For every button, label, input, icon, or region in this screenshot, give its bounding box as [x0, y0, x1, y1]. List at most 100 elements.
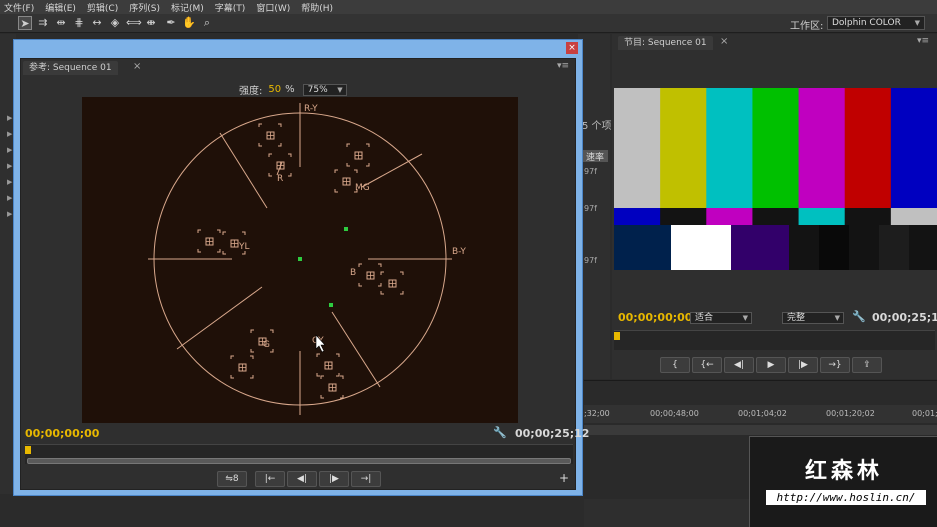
panel-menu-icon[interactable]: ▾≡ — [917, 36, 929, 46]
reference-duration-timecode: 00;00;25;12 — [515, 427, 590, 440]
reference-zoom-scrollbar[interactable] — [27, 458, 571, 464]
workspace-label: 工作区: — [790, 21, 824, 32]
lift-button[interactable]: ⇪ — [852, 357, 882, 373]
scope-axis-line — [219, 132, 268, 209]
project-item-count: 5 个项 — [582, 121, 612, 132]
program-playhead[interactable] — [614, 332, 620, 340]
color-bar-top — [706, 88, 753, 208]
menu-help[interactable]: 帮助(H) — [301, 1, 333, 14]
menu-marker[interactable]: 标记(M) — [171, 1, 204, 14]
color-bar-mid — [614, 208, 661, 225]
slide-tool-icon[interactable]: ⇼ — [144, 16, 158, 30]
rolling-edit-tool-icon[interactable]: ⋕ — [72, 16, 86, 30]
reference-monitor-panel: 参考: Sequence 01 × ▾≡ 强度: 50 % 75% ▼ R-Y B… — [20, 58, 589, 490]
panel-menu-icon[interactable]: ▾≡ — [557, 61, 569, 71]
color-bar-bottom — [879, 225, 910, 270]
intensity-value[interactable]: 50 — [268, 84, 281, 95]
target-bracket — [380, 271, 404, 295]
go-to-out-button[interactable]: →} — [820, 357, 850, 373]
target-bracket — [346, 143, 370, 167]
rate-stretch-tool-icon[interactable]: ↔ — [90, 16, 104, 30]
tools-toolbar: ➤ ⇉ ⇹ ⋕ ↔ ◈ ⟺ ⇼ ✒ ✋ ⌕ 工作区: Dolphin COLOR… — [0, 14, 937, 33]
menu-clip[interactable]: 剪辑(C) — [87, 1, 118, 14]
workspace-select[interactable]: Dolphin COLOR ▼ — [827, 16, 925, 30]
slip-tool-icon[interactable]: ⟺ — [126, 16, 142, 30]
color-bar-top — [614, 88, 661, 208]
expand-triangle-icon[interactable]: ▶ — [7, 114, 12, 122]
menu-file[interactable]: 文件(F) — [4, 1, 34, 14]
go-to-out-button[interactable]: →| — [351, 471, 381, 487]
playback-quality-select[interactable]: 完整 ▼ — [782, 312, 844, 324]
step-back-button[interactable]: ◀| — [724, 357, 754, 373]
close-icon[interactable]: × — [133, 61, 141, 72]
color-bar-mid — [752, 208, 800, 225]
timeline-track[interactable] — [584, 425, 937, 435]
tab-program-sequence[interactable]: 节目: Sequence 01 — [618, 36, 713, 50]
target-bracket — [230, 355, 254, 379]
mark-in-button[interactable]: { — [660, 357, 690, 373]
intensity-unit: % — [285, 84, 295, 95]
menu-title[interactable]: 字幕(T) — [215, 1, 246, 14]
go-to-in-button[interactable]: |← — [255, 471, 285, 487]
close-icon[interactable]: × — [566, 42, 578, 54]
wrench-icon[interactable]: 🔧 — [852, 310, 866, 323]
target-bracket — [334, 169, 358, 193]
add-button[interactable]: + — [559, 471, 569, 485]
watermark-logo: 红森林 http://www.hoslin.cn/ — [749, 436, 937, 527]
expand-triangle-icon[interactable]: ▶ — [7, 210, 12, 218]
expand-triangle-icon[interactable]: ▶ — [7, 178, 12, 186]
color-bar-bottom — [671, 225, 732, 270]
reference-playhead[interactable] — [25, 446, 31, 454]
gang-to-program-button[interactable]: ⇋8 — [217, 471, 247, 487]
pen-tool-icon[interactable]: ✒ — [164, 16, 178, 30]
zoom-select[interactable]: 75% ▼ — [302, 83, 347, 96]
r-target-label: R — [277, 174, 283, 184]
menu-window[interactable]: 窗口(W) — [256, 1, 290, 14]
close-icon[interactable]: × — [720, 36, 728, 47]
timeline-tick-label: ;32;00 — [584, 409, 610, 418]
project-column-header[interactable]: 速率 — [582, 150, 608, 163]
scope-point-mg — [344, 227, 348, 231]
play-button[interactable]: ▶ — [756, 357, 786, 373]
razor-tool-icon[interactable]: ◈ — [108, 16, 122, 30]
program-time-ruler[interactable] — [614, 330, 935, 350]
track-select-tool-icon[interactable]: ⇉ — [36, 16, 50, 30]
color-bar-top — [798, 88, 846, 208]
target-bracket — [268, 153, 292, 177]
selection-tool-icon[interactable]: ➤ — [18, 16, 32, 30]
fit-select[interactable]: 适合 ▼ — [690, 312, 752, 324]
watermark-url: http://www.hoslin.cn/ — [766, 490, 926, 505]
color-bar-mid — [706, 208, 753, 225]
project-value: 97f — [584, 256, 597, 265]
menu-sequence[interactable]: 序列(S) — [129, 1, 160, 14]
project-value: 97f — [584, 204, 597, 213]
color-bars — [614, 88, 937, 270]
target-bracket — [320, 375, 344, 399]
program-current-timecode[interactable]: 00;00;00;00 — [618, 311, 692, 324]
step-forward-button[interactable]: |▶ — [319, 471, 349, 487]
step-forward-button[interactable]: |▶ — [788, 357, 818, 373]
tab-reference-sequence[interactable]: 参考: Sequence 01 — [23, 61, 118, 75]
ripple-edit-tool-icon[interactable]: ⇹ — [54, 16, 68, 30]
program-monitor-panel: 节目: Sequence 01 × ▾≡ 00;00;00;00 适合 ▼ 完整 ▼… — [612, 34, 937, 379]
color-bar-bottom — [789, 225, 820, 270]
ry-axis-label: R-Y — [304, 104, 318, 114]
reference-monitor-window[interactable]: × 参考: Sequence 01 × ▾≡ 强度: 50 % 75% ▼ R-Y… — [13, 39, 589, 496]
menu-edit[interactable]: 编辑(E) — [45, 1, 76, 14]
wrench-icon[interactable]: 🔧 — [493, 426, 507, 439]
go-to-in-button[interactable]: {← — [692, 357, 722, 373]
timeline-tick-label: 00;01;36;02 — [912, 409, 937, 418]
timeline-tick-label: 00;01;20;02 — [826, 409, 875, 418]
color-bar-mid — [844, 208, 892, 225]
hand-tool-icon[interactable]: ✋ — [182, 16, 196, 30]
program-transport-controls: { {← ◀| ▶ |▶ →} ⇪ — [660, 357, 884, 373]
zoom-tool-icon[interactable]: ⌕ — [200, 16, 214, 30]
expand-triangle-icon[interactable]: ▶ — [7, 130, 12, 138]
expand-triangle-icon[interactable]: ▶ — [7, 146, 12, 154]
chevron-down-icon: ▼ — [337, 85, 343, 94]
reference-current-timecode[interactable]: 00;00;00;00 — [25, 427, 99, 440]
step-back-button[interactable]: ◀| — [287, 471, 317, 487]
chevron-down-icon: ▼ — [834, 314, 840, 322]
expand-triangle-icon[interactable]: ▶ — [7, 162, 12, 170]
expand-triangle-icon[interactable]: ▶ — [7, 194, 12, 202]
